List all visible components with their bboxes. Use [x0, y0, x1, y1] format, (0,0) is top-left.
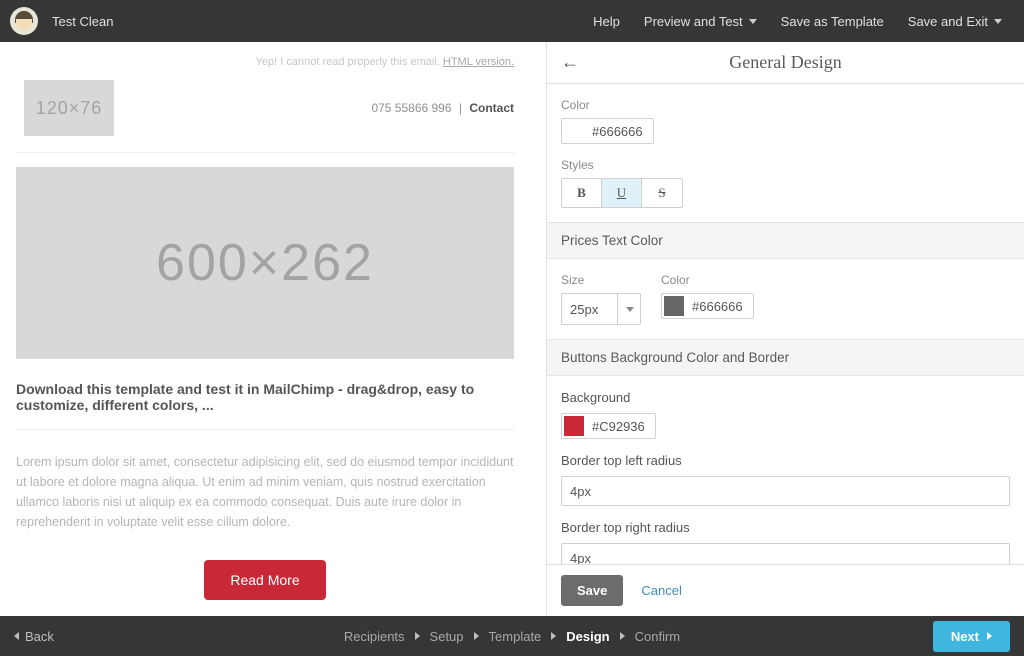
hero-block[interactable]: 600×262 [16, 167, 514, 359]
swatch-icon [564, 121, 584, 141]
size-label: Size [561, 273, 641, 287]
size-select[interactable] [561, 293, 641, 325]
html-version-note: Yep! I cannot read properly this email. … [8, 56, 522, 68]
back-button[interactable]: Back [14, 629, 54, 644]
hero-placeholder: 600×262 [16, 167, 514, 359]
preview-test-menu[interactable]: Preview and Test [632, 14, 769, 29]
prices-color-picker[interactable]: #666666 [661, 293, 754, 319]
background-color-picker[interactable]: #C92936 [561, 413, 656, 439]
color-label: Color [561, 98, 1010, 112]
save-exit-menu[interactable]: Save and Exit [896, 14, 1014, 29]
background-label: Background [561, 390, 1010, 405]
border-tr-label: Border top right radius [561, 520, 1010, 535]
bottom-bar: Back Recipients Setup Template Design Co… [0, 616, 1024, 656]
border-tl-input[interactable] [561, 476, 1010, 506]
workspace: Yep! I cannot read properly this email. … [0, 42, 1024, 616]
prices-color-label: Color [661, 273, 754, 287]
panel-footer: Save Cancel [547, 564, 1024, 616]
step-setup[interactable]: Setup [430, 629, 464, 644]
border-tr-input[interactable] [561, 543, 1010, 564]
cancel-link[interactable]: Cancel [641, 583, 681, 598]
next-button[interactable]: Next [933, 621, 1010, 652]
read-more-button[interactable]: Read More [204, 560, 325, 600]
underline-button[interactable]: U [602, 179, 642, 207]
body-text[interactable]: Lorem ipsum dolor sit amet, consectetur … [16, 452, 514, 532]
save-button[interactable]: Save [561, 575, 623, 606]
wizard-steps: Recipients Setup Template Design Confirm [0, 629, 1024, 644]
step-recipients[interactable]: Recipients [344, 629, 405, 644]
panel-scroll[interactable]: Color #666666 Styles B U S Prices Text C… [547, 84, 1024, 564]
step-confirm[interactable]: Confirm [635, 629, 681, 644]
logo-placeholder[interactable]: 120×76 [24, 80, 114, 136]
styles-label: Styles [561, 158, 1010, 172]
step-template[interactable]: Template [489, 629, 542, 644]
mailchimp-logo[interactable] [10, 7, 38, 35]
email-body: 120×76 075 55866 996 | Contact 600×262 D… [8, 76, 522, 616]
style-button-group: B U S [561, 178, 683, 208]
contact-link[interactable]: Contact [469, 101, 514, 115]
html-version-link[interactable]: HTML version. [443, 56, 514, 68]
color-picker[interactable]: #666666 [561, 118, 654, 144]
bold-button[interactable]: B [562, 179, 602, 207]
step-design[interactable]: Design [566, 629, 609, 644]
prices-section-header: Prices Text Color [547, 222, 1024, 259]
headline-text[interactable]: Download this template and test it in Ma… [16, 381, 514, 430]
top-bar: Test Clean Help Preview and Test Save as… [0, 0, 1024, 42]
strike-button[interactable]: S [642, 179, 682, 207]
chevron-down-icon [749, 19, 757, 24]
chevron-down-icon [617, 293, 641, 325]
email-canvas[interactable]: Yep! I cannot read properly this email. … [0, 42, 546, 616]
chevron-down-icon [994, 19, 1002, 24]
chevron-right-icon [987, 632, 992, 640]
swatch-icon [664, 296, 684, 316]
panel-title: General Design [547, 52, 1024, 73]
help-menu[interactable]: Help [581, 14, 632, 29]
email-header: 120×76 075 55866 996 | Contact [16, 76, 514, 153]
panel-back-arrow-icon[interactable]: ← [561, 52, 579, 73]
border-tl-label: Border top left radius [561, 453, 1010, 468]
settings-panel: ← General Design Color #666666 Styles B … [546, 42, 1024, 616]
save-template-menu[interactable]: Save as Template [769, 14, 896, 29]
campaign-title: Test Clean [52, 14, 113, 29]
swatch-icon [564, 416, 584, 436]
chevron-left-icon [14, 632, 19, 640]
panel-header: ← General Design [547, 42, 1024, 84]
buttons-section-header: Buttons Background Color and Border [547, 339, 1024, 376]
contact-line: 075 55866 996 | Contact [371, 101, 514, 115]
